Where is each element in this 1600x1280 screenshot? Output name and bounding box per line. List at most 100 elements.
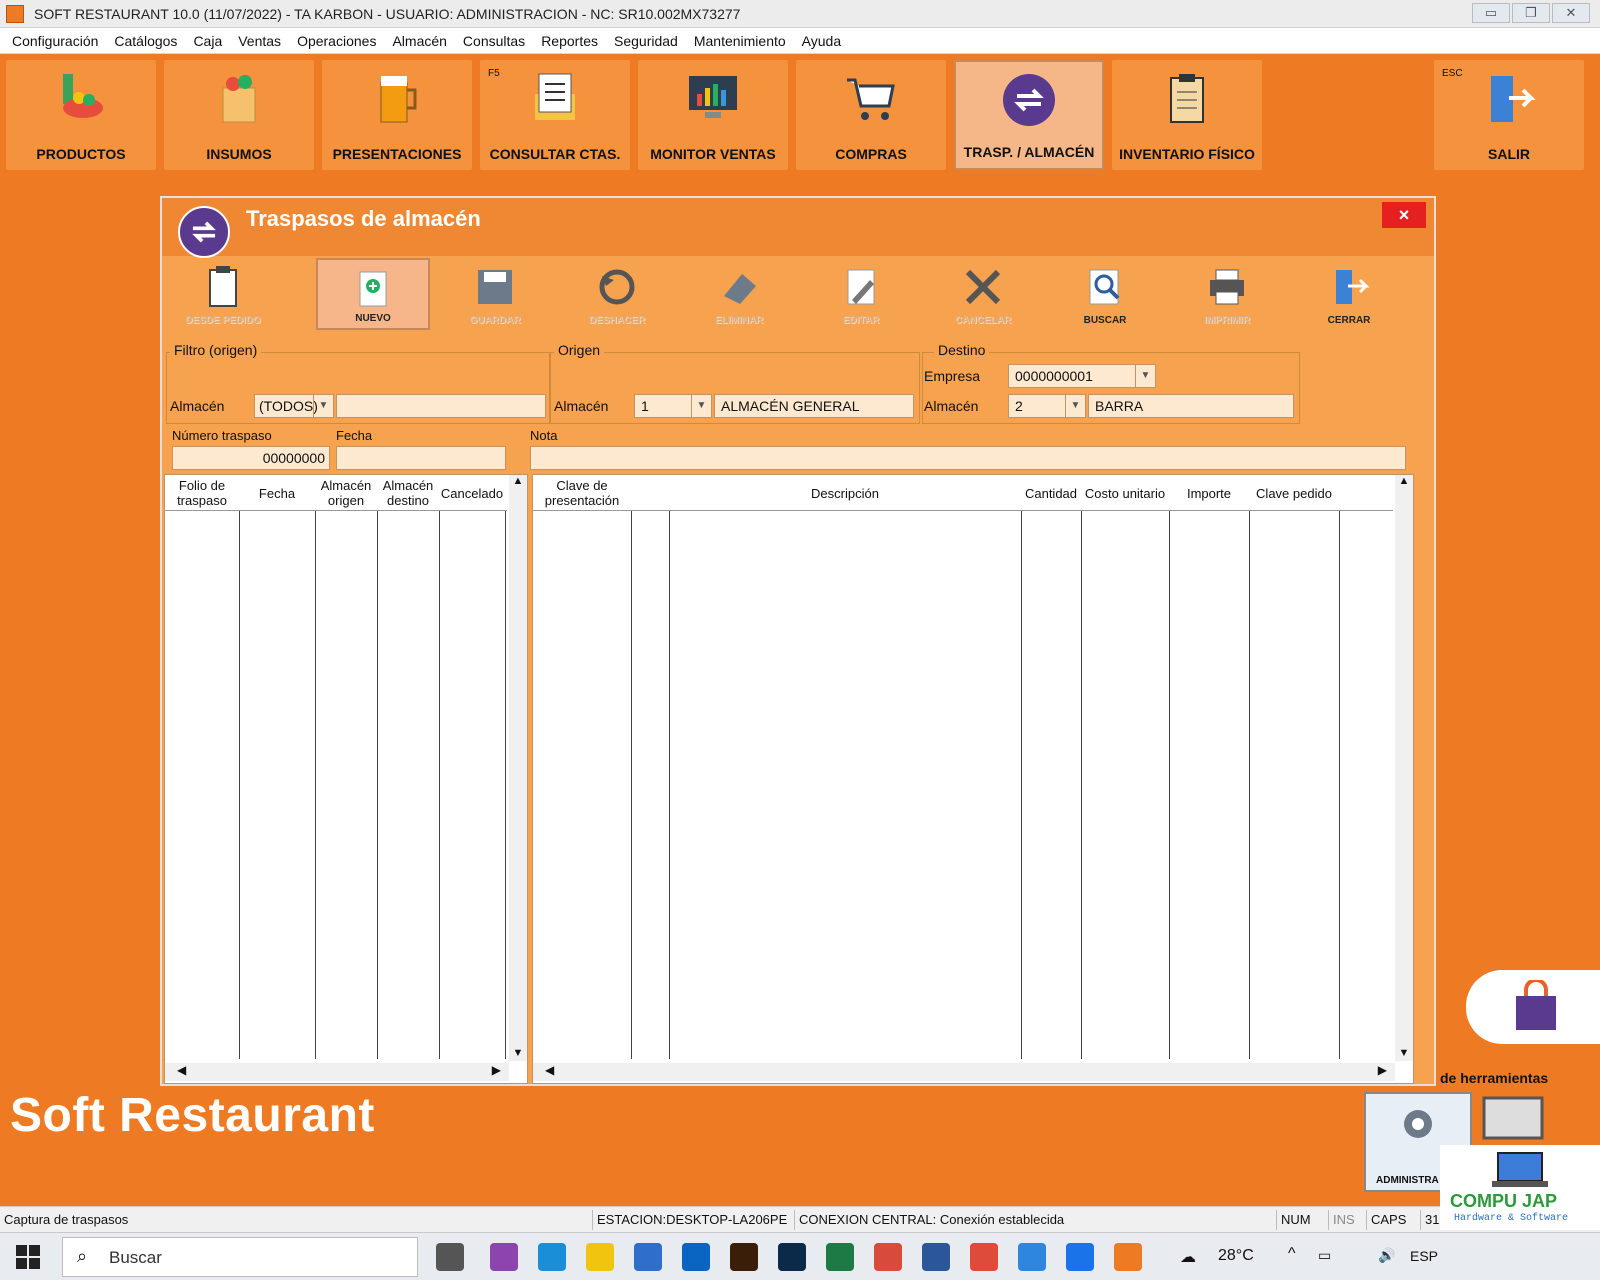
dialog-close-button[interactable]: × [1382,202,1426,228]
menu-ayuda[interactable]: Ayuda [802,33,841,49]
origen-almacen-select[interactable]: 1 ▼ [634,394,712,418]
trasp-almacen-button[interactable]: TRASP. / ALMACÉN [954,60,1104,170]
new-document-icon [359,271,387,307]
menu-seguridad[interactable]: Seguridad [614,33,678,49]
menu-configuracion[interactable]: Configuración [12,33,98,49]
outlook-icon[interactable] [682,1243,710,1271]
menu-almacen[interactable]: Almacén [392,33,446,49]
vertical-scrollbar[interactable]: ▲ ▼ [1395,475,1413,1061]
editar-button[interactable]: EDITAR [804,258,918,330]
chevron-down-icon: ▼ [313,395,333,417]
status-conexion: CONEXION CENTRAL: Conexión establecida [794,1210,1068,1230]
vertical-scrollbar[interactable]: ▲ ▼ [509,475,527,1061]
store-button[interactable] [1478,1092,1568,1152]
taskbar-search-input[interactable]: ⌕ Buscar [62,1237,418,1277]
col-cantidad[interactable]: Cantidad [1021,475,1081,511]
menu-caja[interactable]: Caja [193,33,222,49]
chevron-up-icon[interactable]: ^ [1288,1245,1296,1263]
detalle-grid[interactable]: Clave de presentación Descripción Cantid… [532,474,1414,1084]
col-clave-pedido[interactable]: Clave pedido [1249,475,1339,511]
productos-button[interactable]: PRODUCTOS [6,60,156,170]
horizontal-scrollbar[interactable]: ◀ ▶ [533,1063,1395,1081]
salir-button[interactable]: ESC SALIR [1434,60,1584,170]
fecha-field[interactable] [336,446,506,470]
chevron-down-icon[interactable]: ▼ [1395,1047,1413,1059]
task-view-icon[interactable] [436,1243,464,1271]
compras-button[interactable]: COMPRAS [796,60,946,170]
presentaciones-button[interactable]: PRESENTACIONES [322,60,472,170]
copilot-icon[interactable] [490,1243,518,1271]
chevron-up-icon[interactable]: ▲ [509,475,527,487]
drive-icon[interactable] [1066,1243,1094,1271]
store-icon[interactable] [634,1243,662,1271]
chevron-right-icon[interactable]: ▶ [492,1063,501,1077]
col-blank[interactable] [631,475,669,511]
chrome-profile-icon[interactable] [970,1243,998,1271]
app-icon[interactable] [1018,1243,1046,1271]
col-importe[interactable]: Importe [1169,475,1249,511]
desde-pedido-button[interactable]: DESDE PEDIDO [166,258,280,330]
menu-bar: Configuración Catálogos Caja Ventas Oper… [0,28,1600,54]
close-window-button[interactable]: ✕ [1552,3,1590,23]
menu-catalogos[interactable]: Catálogos [114,33,177,49]
menu-operaciones[interactable]: Operaciones [297,33,376,49]
chevron-down-icon[interactable]: ▼ [509,1047,527,1059]
excel-icon[interactable] [826,1243,854,1271]
grid-line [1249,511,1250,1059]
horizontal-scrollbar[interactable]: ◀ ▶ [165,1063,509,1081]
photoshop-icon[interactable] [778,1243,806,1271]
grid-line [1339,511,1340,1059]
monitor-ventas-button[interactable]: MONITOR VENTAS [638,60,788,170]
destino-almacen-select[interactable]: 2 ▼ [1008,394,1086,418]
windows-start-icon[interactable] [16,1245,40,1269]
eliminar-button[interactable]: ELIMINAR [682,258,796,330]
numero-traspaso-field[interactable]: 00000000 [172,446,330,470]
traspasos-grid[interactable]: Folio de traspaso Fecha Almacén origen A… [164,474,528,1084]
edge-icon[interactable] [538,1243,566,1271]
menu-reportes[interactable]: Reportes [541,33,598,49]
col-cancelado[interactable]: Cancelado [439,475,505,511]
inventario-fisico-button[interactable]: INVENTARIO FÍSICO [1112,60,1262,170]
illustrator-icon[interactable] [730,1243,758,1271]
cerrar-button[interactable]: CERRAR [1292,258,1406,330]
file-explorer-icon[interactable] [586,1243,614,1271]
volume-icon[interactable]: 🔊 [1378,1247,1395,1264]
menu-mantenimiento[interactable]: Mantenimiento [694,33,786,49]
soft-restaurant-taskbar-icon[interactable] [1114,1243,1142,1271]
insumos-button[interactable]: INSUMOS [164,60,314,170]
network-icon[interactable]: ▭ [1318,1247,1331,1264]
consultar-ctas-button[interactable]: F5 CONSULTAR CTAS. [480,60,630,170]
chevron-right-icon[interactable]: ▶ [1378,1063,1387,1077]
chevron-up-icon[interactable]: ▲ [1395,475,1413,487]
chrome-icon[interactable] [874,1243,902,1271]
title-bar: SOFT RESTAURANT 10.0 (11/07/2022) - TA K… [0,0,1600,28]
nota-label: Nota [530,428,558,443]
buscar-button[interactable]: BUSCAR [1048,258,1162,330]
minimize-button[interactable]: ▭ [1472,3,1510,23]
deshacer-button[interactable]: DESHACER [560,258,674,330]
col-almacen-destino[interactable]: Almacén destino [377,475,439,511]
menu-consultas[interactable]: Consultas [463,33,525,49]
col-clave-presentacion[interactable]: Clave de presentación [533,475,631,511]
menu-ventas[interactable]: Ventas [238,33,281,49]
filtro-almacen-select[interactable]: (TODOS) ▼ [254,394,334,418]
col-folio[interactable]: Folio de traspaso [165,475,239,511]
chevron-left-icon[interactable]: ◀ [177,1063,186,1077]
shopping-bag-button[interactable] [1466,970,1600,1044]
restore-button[interactable]: ❐ [1512,3,1550,23]
language-indicator[interactable]: ESP [1410,1248,1438,1264]
col-fecha[interactable]: Fecha [239,475,315,511]
printer-icon [1210,269,1244,305]
nota-field[interactable] [530,446,1406,470]
col-costo-unitario[interactable]: Costo unitario [1081,475,1169,511]
guardar-button[interactable]: GUARDAR [438,258,552,330]
chevron-left-icon[interactable]: ◀ [545,1063,554,1077]
cancelar-button[interactable]: CANCELAR [926,258,1040,330]
empresa-select[interactable]: 0000000001 ▼ [1008,364,1156,388]
col-descripcion[interactable]: Descripción [669,475,1021,511]
imprimir-button[interactable]: IMPRIMIR [1170,258,1284,330]
filtro-almacen-label: Almacén [170,398,225,414]
col-almacen-origen[interactable]: Almacén origen [315,475,377,511]
word-icon[interactable] [922,1243,950,1271]
nuevo-button[interactable]: NUEVO [316,258,430,330]
